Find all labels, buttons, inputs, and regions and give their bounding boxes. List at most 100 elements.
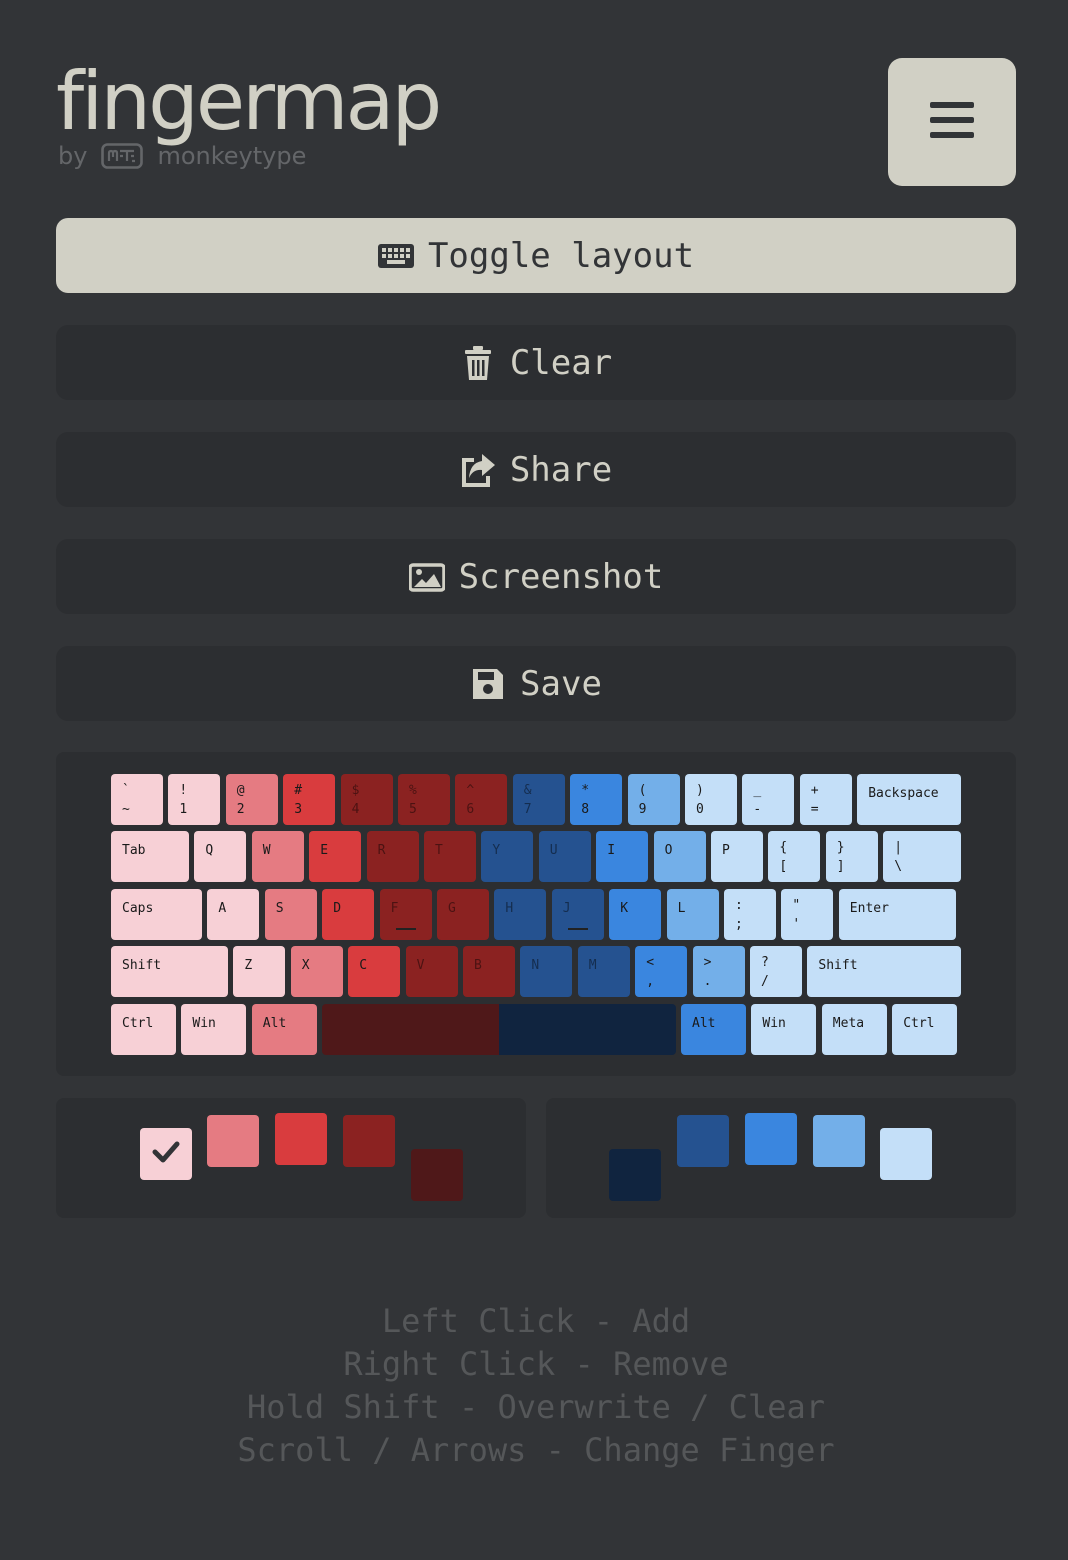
key-label: P bbox=[722, 843, 730, 858]
key-a[interactable]: A bbox=[207, 889, 260, 940]
key-f[interactable]: F bbox=[379, 889, 432, 940]
key-/[interactable]: ? / bbox=[750, 946, 802, 997]
key-shift-char: ) bbox=[696, 783, 704, 798]
key-shift[interactable]: Shift bbox=[807, 946, 962, 997]
key-alt[interactable]: Alt bbox=[681, 1004, 746, 1055]
key-g[interactable]: G bbox=[437, 889, 489, 940]
key-y[interactable]: Y bbox=[481, 831, 534, 882]
finger-swatch-left-2[interactable] bbox=[275, 1113, 327, 1165]
key-label: B bbox=[474, 958, 482, 973]
key-4[interactable]: $4 bbox=[340, 774, 393, 825]
page-column: fingermap by monkeytype Toggle layout Cl… bbox=[56, 0, 1016, 1560]
key-enter[interactable]: Enter bbox=[838, 889, 956, 940]
finger-swatch-right-4[interactable] bbox=[880, 1128, 932, 1180]
key-base-char: [ bbox=[779, 859, 788, 874]
key-0[interactable]: ) 0 bbox=[685, 774, 737, 825]
key-~[interactable]: ` ~ bbox=[111, 774, 163, 825]
key-u[interactable]: U bbox=[538, 831, 591, 882]
key-ctrl[interactable]: Ctrl bbox=[111, 1004, 176, 1055]
finger-swatch-right-1[interactable] bbox=[677, 1115, 729, 1167]
key-ctrl[interactable]: Ctrl bbox=[892, 1004, 958, 1055]
key-label: Enter bbox=[849, 901, 889, 916]
screenshot-button[interactable]: Screenshot bbox=[56, 539, 1016, 614]
key-shift-char: _ bbox=[753, 783, 762, 798]
key-5[interactable]: % 5 bbox=[398, 774, 450, 825]
key-label: Ctrl bbox=[903, 1016, 935, 1031]
key-j[interactable]: J bbox=[551, 889, 604, 940]
share-button[interactable]: Share bbox=[56, 432, 1016, 507]
key-'[interactable]: " ' bbox=[781, 889, 834, 940]
key-.[interactable]: >. bbox=[692, 946, 745, 997]
key-k[interactable]: K bbox=[609, 889, 662, 940]
key-][interactable]: }] bbox=[825, 831, 878, 882]
toggle-layout-button[interactable]: Toggle layout bbox=[56, 218, 1016, 293]
key-label: D bbox=[333, 901, 342, 916]
key-\[interactable]: | \ bbox=[883, 831, 962, 882]
keyboard-panel: ` ~! 1 @2 #3 $4% 5 ^ 6 & 7 * 8(9) 0 _ - + = Backspace Tab Q W… bbox=[56, 752, 1016, 1076]
finger-swatch-left-4[interactable] bbox=[411, 1149, 463, 1201]
key-d[interactable]: D bbox=[322, 889, 375, 940]
key-2[interactable]: @2 bbox=[225, 774, 278, 825]
key-base-char: ; bbox=[735, 917, 743, 932]
finger-swatch-right-2[interactable] bbox=[745, 1113, 797, 1165]
key-alt[interactable]: Alt bbox=[251, 1004, 317, 1055]
key--[interactable]: _ - bbox=[742, 774, 795, 825]
key-l[interactable]: L bbox=[666, 889, 719, 940]
key-x[interactable]: X bbox=[290, 946, 343, 997]
clear-button[interactable]: Clear bbox=[56, 325, 1016, 400]
key-z[interactable]: Z bbox=[233, 946, 286, 997]
key-3[interactable]: #3 bbox=[283, 774, 336, 825]
key-space[interactable] bbox=[322, 1004, 499, 1055]
key-space[interactable] bbox=[498, 1004, 676, 1055]
save-button[interactable]: Save bbox=[56, 646, 1016, 721]
image-icon bbox=[408, 559, 445, 595]
key-h[interactable]: H bbox=[494, 889, 547, 940]
finger-swatch-right-0[interactable] bbox=[609, 1149, 661, 1201]
key-r[interactable]: R bbox=[366, 831, 419, 882]
key-p[interactable]: P bbox=[711, 831, 763, 882]
key-label: K bbox=[620, 901, 629, 916]
key-label: Shift bbox=[818, 958, 858, 973]
finger-swatch-left-1[interactable] bbox=[207, 1115, 259, 1167]
key-tab[interactable]: Tab bbox=[111, 831, 189, 882]
key-;[interactable]: :; bbox=[724, 889, 776, 940]
finger-swatch-left-0[interactable] bbox=[140, 1128, 192, 1180]
key-b[interactable]: B bbox=[463, 946, 515, 997]
key-shift-char: < bbox=[646, 955, 655, 970]
key-win[interactable]: Win bbox=[751, 1004, 817, 1055]
key-c[interactable]: C bbox=[348, 946, 401, 997]
key-1[interactable]: ! 1 bbox=[168, 774, 221, 825]
key-win[interactable]: Win bbox=[181, 1004, 247, 1055]
key-9[interactable]: (9 bbox=[627, 774, 680, 825]
key-=[interactable]: + = bbox=[799, 774, 852, 825]
key-n[interactable]: N bbox=[520, 946, 573, 997]
key-base-char: \ bbox=[894, 859, 903, 874]
key-8[interactable]: * 8 bbox=[570, 774, 623, 825]
key-w[interactable]: W bbox=[251, 831, 304, 882]
key-m[interactable]: M bbox=[577, 946, 630, 997]
key-q[interactable]: Q bbox=[194, 831, 247, 882]
key-shift[interactable]: Shift bbox=[111, 946, 228, 997]
key-7[interactable]: & 7 bbox=[512, 774, 565, 825]
instruction-line: Left Click - Add bbox=[381, 1302, 691, 1340]
key-e[interactable]: E bbox=[309, 831, 362, 882]
key-base-char: , bbox=[646, 974, 655, 989]
key-v[interactable]: V bbox=[405, 946, 458, 997]
key-meta[interactable]: Meta bbox=[821, 1004, 887, 1055]
finger-swatch-left-3[interactable] bbox=[343, 1115, 395, 1167]
menu-button[interactable] bbox=[888, 58, 1016, 186]
brand-byline[interactable]: by monkeytype bbox=[58, 140, 306, 172]
key-backspace[interactable]: Backspace bbox=[857, 774, 962, 825]
key-6[interactable]: ^ 6 bbox=[455, 774, 508, 825]
key-i[interactable]: I bbox=[596, 831, 649, 882]
key-label: Q bbox=[205, 843, 214, 858]
key-shift-char: | bbox=[894, 840, 903, 855]
key-label: V bbox=[416, 958, 425, 973]
key-o[interactable]: O bbox=[653, 831, 706, 882]
key-caps[interactable]: Caps bbox=[111, 889, 202, 940]
key-,[interactable]: <, bbox=[635, 946, 688, 997]
finger-swatch-right-3[interactable] bbox=[813, 1115, 865, 1167]
key-t[interactable]: T bbox=[424, 831, 476, 882]
key-s[interactable]: S bbox=[264, 889, 317, 940]
key-[[interactable]: {[ bbox=[768, 831, 821, 882]
